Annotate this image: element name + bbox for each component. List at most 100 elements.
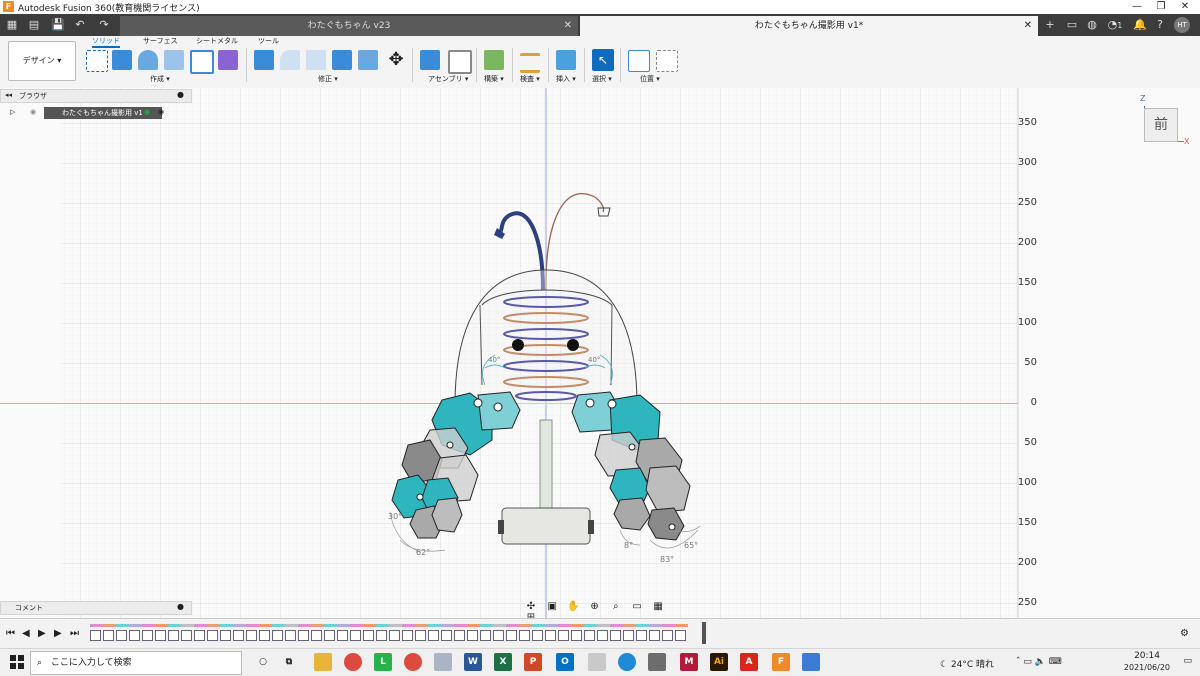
- edge-icon[interactable]: [618, 653, 636, 671]
- visibility-eye-icon[interactable]: ◉: [30, 108, 36, 116]
- group-inspect-label[interactable]: 検査 ▾: [520, 74, 540, 84]
- fillet-icon[interactable]: [280, 50, 300, 70]
- chat-icon[interactable]: ▭: [1064, 18, 1080, 32]
- close-tab-icon[interactable]: ✕: [564, 16, 572, 36]
- timeline-feature[interactable]: [285, 630, 296, 641]
- timeline-feature[interactable]: [168, 630, 179, 641]
- display-settings-icon[interactable]: ▭: [630, 601, 644, 612]
- timeline-feature[interactable]: [415, 630, 426, 641]
- timeline-feature[interactable]: [311, 630, 322, 641]
- timeline-feature[interactable]: [493, 630, 504, 641]
- user-avatar[interactable]: HT: [1174, 17, 1190, 33]
- tab-document-satsuei[interactable]: わたぐもちゃん撮影用 v1* ✕: [580, 16, 1038, 36]
- file-menu-icon[interactable]: ▤: [26, 17, 42, 33]
- photos-icon[interactable]: [434, 653, 452, 671]
- new-tab-button[interactable]: +: [1042, 18, 1058, 32]
- move-icon[interactable]: ✥: [386, 50, 406, 70]
- job-status-icon[interactable]: ◔1: [1104, 18, 1126, 32]
- weather-widget[interactable]: ☾ 24°C 晴れ: [940, 657, 1010, 670]
- taskbar-search-box[interactable]: ⌕ ここに入力して検索: [30, 651, 242, 675]
- timeline-feature[interactable]: [519, 630, 530, 641]
- step-back-icon[interactable]: ◀: [22, 628, 30, 639]
- activate-icon[interactable]: ●: [144, 108, 150, 116]
- timeline-feature[interactable]: [545, 630, 556, 641]
- create-sketch-icon[interactable]: [86, 50, 108, 72]
- timeline-feature[interactable]: [402, 630, 413, 641]
- capture-position-icon[interactable]: [628, 50, 650, 72]
- paint-icon[interactable]: [588, 653, 606, 671]
- close-button[interactable]: ✕: [1174, 0, 1196, 14]
- group-construct-label[interactable]: 構築 ▾: [484, 74, 504, 84]
- undo-icon[interactable]: ↶: [72, 17, 88, 33]
- workspace-selector[interactable]: デザイン ▾: [8, 41, 76, 81]
- view-cube[interactable]: 前: [1144, 108, 1178, 142]
- extensions-icon[interactable]: ◍: [1084, 18, 1100, 32]
- help-icon[interactable]: ?: [1152, 18, 1168, 32]
- save-icon[interactable]: 💾: [50, 17, 66, 33]
- timeline-feature[interactable]: [324, 630, 335, 641]
- minimize-button[interactable]: —: [1126, 0, 1148, 14]
- group-modify-label[interactable]: 修正 ▾: [318, 74, 338, 84]
- timeline-feature[interactable]: [259, 630, 270, 641]
- timeline-feature[interactable]: [376, 630, 387, 641]
- outlook-icon[interactable]: O: [556, 653, 574, 671]
- timeline-feature[interactable]: [194, 630, 205, 641]
- timeline-feature[interactable]: [272, 630, 283, 641]
- timeline-feature[interactable]: [662, 630, 673, 641]
- timeline-feature[interactable]: [103, 630, 114, 641]
- timeline-feature[interactable]: [467, 630, 478, 641]
- file-explorer-icon[interactable]: [314, 653, 332, 671]
- add-comment-icon[interactable]: ●: [177, 602, 184, 611]
- tray-icons[interactable]: ˆ ▭ 🔈 ⌨: [1016, 657, 1070, 667]
- browser-panel-header[interactable]: ◂◂ ブラウザ ●: [0, 89, 192, 103]
- timeline-feature[interactable]: [623, 630, 634, 641]
- rectangle-pattern-icon[interactable]: [190, 50, 214, 74]
- group-insert-label[interactable]: 挿入 ▾: [556, 74, 576, 84]
- timeline-feature[interactable]: [90, 630, 101, 641]
- revolve-icon[interactable]: [138, 50, 158, 70]
- timeline-feature[interactable]: [454, 630, 465, 641]
- group-create-label[interactable]: 作成 ▾: [150, 74, 170, 84]
- tab-solid[interactable]: ソリッド: [92, 36, 120, 48]
- excel-icon[interactable]: X: [494, 653, 512, 671]
- timeline-feature[interactable]: [116, 630, 127, 641]
- timeline-feature[interactable]: [155, 630, 166, 641]
- clock-time[interactable]: 20:14: [1112, 651, 1160, 661]
- orbit-icon[interactable]: ✣: [524, 601, 538, 612]
- extrude-icon[interactable]: [112, 50, 132, 70]
- close-tab-icon[interactable]: ✕: [1024, 16, 1032, 36]
- timeline-feature[interactable]: [532, 630, 543, 641]
- offset-plane-icon[interactable]: [484, 50, 504, 70]
- timeline-feature[interactable]: [363, 630, 374, 641]
- grid-settings-icon[interactable]: ▦: [651, 601, 665, 612]
- insert-image-icon[interactable]: [556, 50, 576, 70]
- timeline-feature[interactable]: [246, 630, 257, 641]
- step-forward-icon[interactable]: ▶: [54, 628, 62, 639]
- cortana-icon[interactable]: ○: [254, 653, 272, 671]
- timeline-feature[interactable]: [675, 630, 686, 641]
- timeline-feature[interactable]: [506, 630, 517, 641]
- group-select-label[interactable]: 選択 ▾: [592, 74, 612, 84]
- go-to-end-icon[interactable]: ⏭: [70, 628, 79, 639]
- maximize-button[interactable]: ❐: [1150, 0, 1172, 14]
- sweep-icon[interactable]: [164, 50, 184, 70]
- joint-icon[interactable]: [448, 50, 472, 74]
- line-icon[interactable]: L: [374, 653, 392, 671]
- expand-triangle-icon[interactable]: ▷: [10, 108, 15, 116]
- pan-icon[interactable]: ✋: [566, 601, 580, 612]
- timeline-features[interactable]: [90, 624, 702, 642]
- timeline-feature[interactable]: [584, 630, 595, 641]
- fusion360-taskbar-icon[interactable]: F: [772, 653, 790, 671]
- timeline-feature[interactable]: [337, 630, 348, 641]
- zoom-icon[interactable]: ⊕: [588, 601, 602, 612]
- tab-tools[interactable]: ツール: [258, 36, 279, 46]
- tab-surface[interactable]: サーフェス: [143, 36, 178, 46]
- photos-app-icon[interactable]: [802, 653, 820, 671]
- go-to-start-icon[interactable]: ⏮: [6, 628, 15, 639]
- timeline-feature[interactable]: [610, 630, 621, 641]
- timeline-feature[interactable]: [142, 630, 153, 641]
- notification-center-icon[interactable]: ▭: [1183, 656, 1192, 666]
- shell-icon[interactable]: [332, 50, 352, 70]
- timeline-feature[interactable]: [441, 630, 452, 641]
- select-icon[interactable]: ↖: [592, 49, 614, 71]
